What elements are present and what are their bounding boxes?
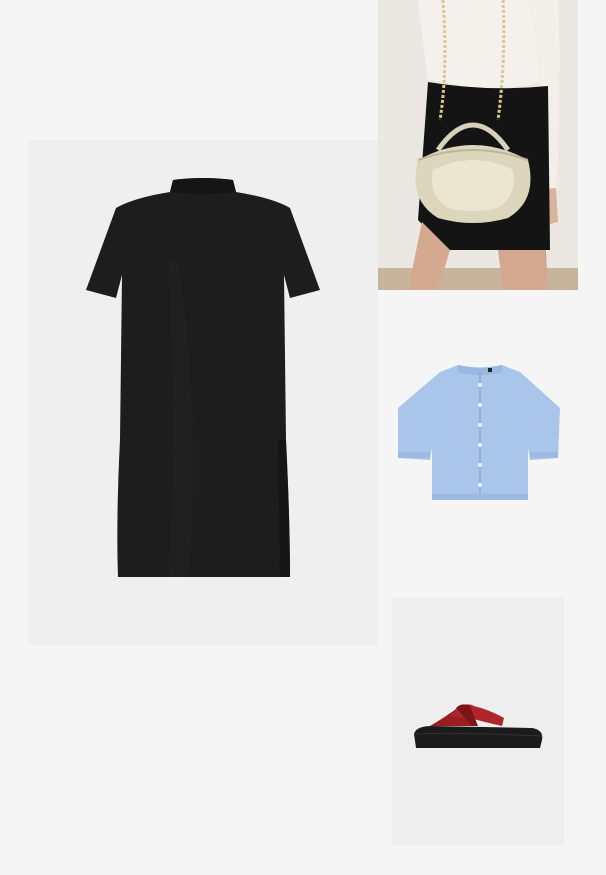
- outfit-collage: [0, 0, 606, 875]
- dress-product-image[interactable]: [28, 140, 378, 645]
- gold-handbag-on-model-illustration: [378, 0, 578, 290]
- gold-bag-product-image[interactable]: [378, 0, 578, 290]
- black-tshirt-dress-illustration: [28, 140, 378, 645]
- light-blue-cardigan-illustration: [390, 340, 570, 530]
- red-thong-platform-sandal-illustration: [392, 598, 564, 846]
- blue-cardigan-product-image[interactable]: [390, 340, 570, 530]
- red-platform-sandal-product-image[interactable]: [392, 598, 564, 846]
